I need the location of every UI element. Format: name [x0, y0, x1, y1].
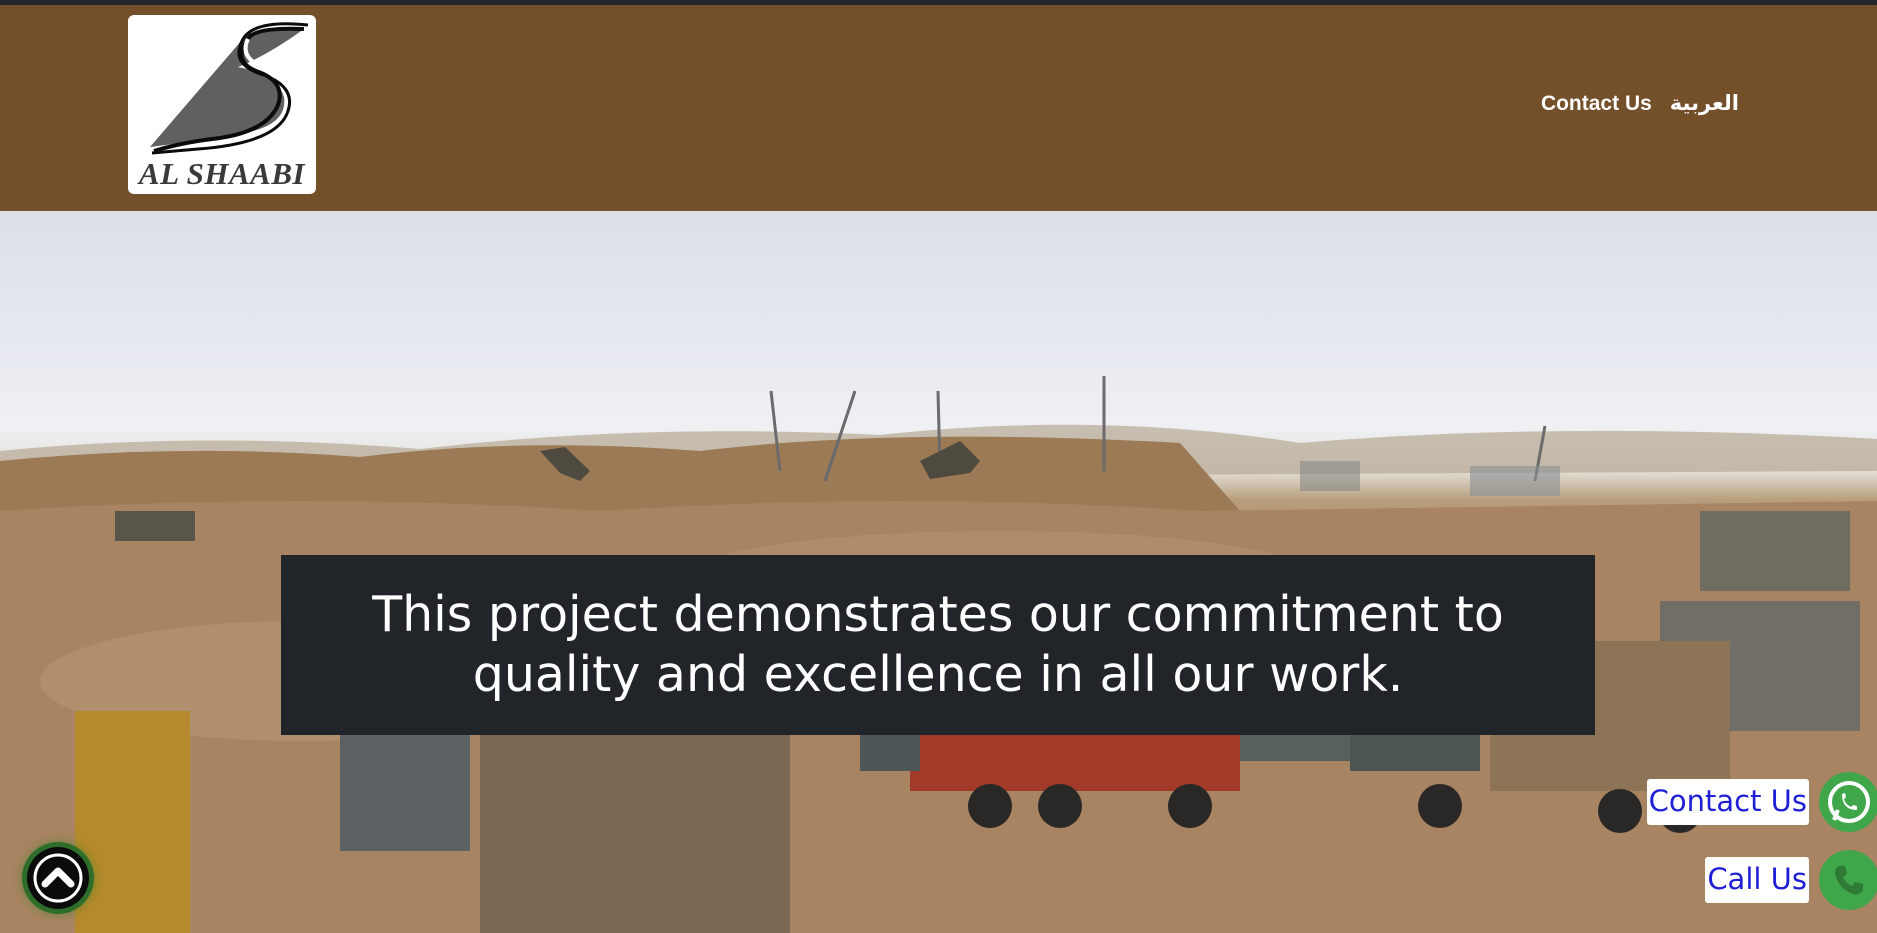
- contact-us-label[interactable]: Contact Us: [1646, 779, 1809, 825]
- scroll-to-top-button[interactable]: [27, 847, 89, 909]
- whatsapp-button[interactable]: [1819, 772, 1877, 832]
- phone-icon: [1835, 866, 1863, 895]
- call-us-label[interactable]: Call Us: [1705, 857, 1809, 903]
- hero-caption: This project demonstrates our commitment…: [281, 555, 1595, 735]
- s-swoosh-logo-icon: [150, 22, 309, 155]
- site-header: AL SHAABI العربية Contact Us: [0, 5, 1877, 211]
- whatsapp-icon: [1828, 781, 1870, 823]
- nav-contact-link[interactable]: Contact Us: [1541, 92, 1652, 116]
- nav-arabic-link[interactable]: العربية: [1670, 91, 1739, 116]
- site-logo[interactable]: AL SHAABI: [128, 15, 316, 194]
- call-widget: Call Us: [1705, 850, 1877, 910]
- logo-text: AL SHAABI: [138, 156, 306, 191]
- chevron-up-icon: [33, 853, 83, 903]
- hero-caption-text: This project demonstrates our commitment…: [372, 586, 1504, 703]
- main-nav: العربية Contact Us: [1541, 91, 1739, 116]
- call-button[interactable]: [1819, 850, 1877, 910]
- whatsapp-contact-widget: Contact Us: [1646, 772, 1877, 832]
- hero-banner: This project demonstrates our commitment…: [0, 211, 1877, 933]
